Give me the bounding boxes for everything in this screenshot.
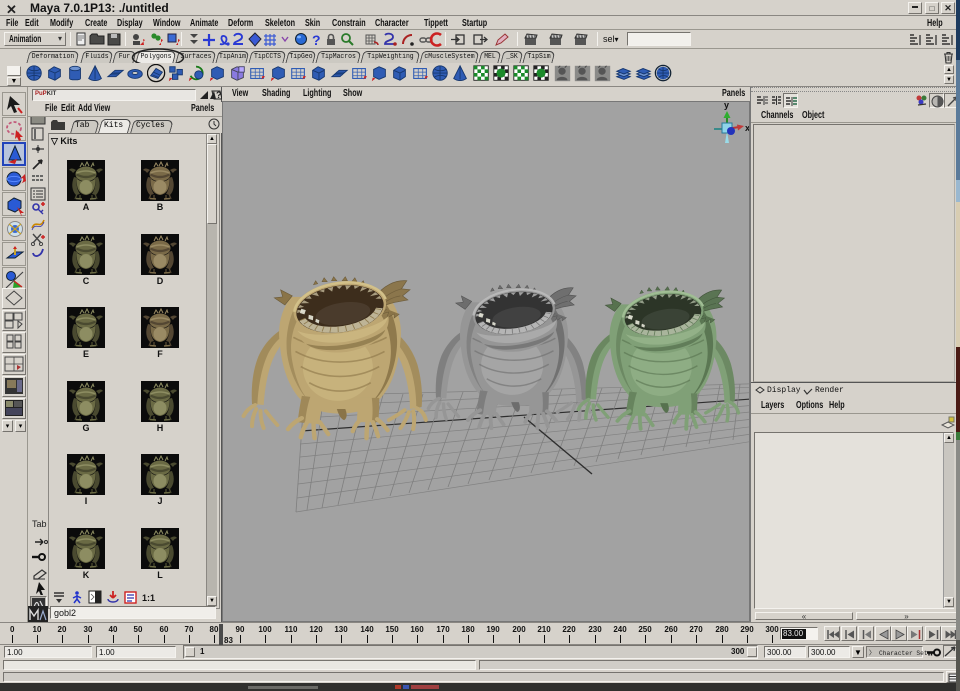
svg-text:?: ? xyxy=(216,90,222,100)
svg-text:x: x xyxy=(745,123,749,133)
svg-text:?: ? xyxy=(312,32,321,47)
svg-text:y: y xyxy=(724,102,729,110)
